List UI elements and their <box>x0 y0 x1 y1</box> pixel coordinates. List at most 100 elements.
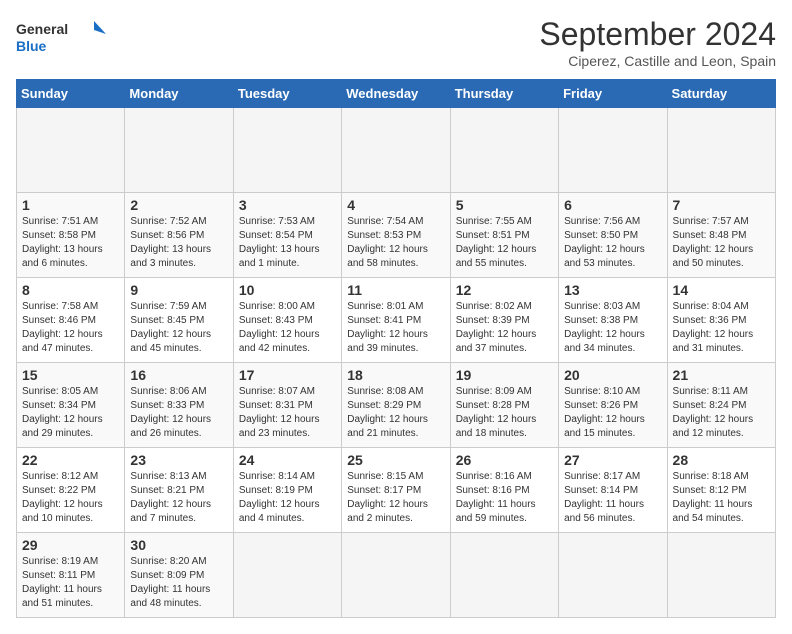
day-info: Sunrise: 8:04 AMSunset: 8:36 PMDaylight:… <box>673 300 770 356</box>
day-info: Sunrise: 8:01 AMSunset: 8:41 PMDaylight:… <box>347 300 444 356</box>
day-info: Sunrise: 8:06 AMSunset: 8:33 PMDaylight:… <box>130 385 227 441</box>
day-number: 15 <box>22 367 119 383</box>
day-info: Sunrise: 7:51 AMSunset: 8:58 PMDaylight:… <box>22 215 119 271</box>
calendar-week-row: 15 Sunrise: 8:05 AMSunset: 8:34 PMDaylig… <box>17 363 776 448</box>
day-info: Sunrise: 8:20 AMSunset: 8:09 PMDaylight:… <box>130 555 227 611</box>
location: Ciperez, Castille and Leon, Spain <box>539 53 776 69</box>
day-info: Sunrise: 8:14 AMSunset: 8:19 PMDaylight:… <box>239 470 336 526</box>
header-monday: Monday <box>125 80 233 108</box>
logo: General Blue <box>16 16 106 58</box>
day-info: Sunrise: 8:13 AMSunset: 8:21 PMDaylight:… <box>130 470 227 526</box>
calendar-cell: 4 Sunrise: 7:54 AMSunset: 8:53 PMDayligh… <box>342 193 450 278</box>
calendar-cell: 14 Sunrise: 8:04 AMSunset: 8:36 PMDaylig… <box>667 278 775 363</box>
calendar-cell <box>125 108 233 193</box>
page-header: General Blue September 2024 Ciperez, Cas… <box>16 16 776 69</box>
svg-text:Blue: Blue <box>16 38 47 54</box>
day-number: 30 <box>130 537 227 553</box>
day-info: Sunrise: 8:11 AMSunset: 8:24 PMDaylight:… <box>673 385 770 441</box>
calendar-cell: 9 Sunrise: 7:59 AMSunset: 8:45 PMDayligh… <box>125 278 233 363</box>
calendar-week-row: 1 Sunrise: 7:51 AMSunset: 8:58 PMDayligh… <box>17 193 776 278</box>
calendar-cell: 25 Sunrise: 8:15 AMSunset: 8:17 PMDaylig… <box>342 448 450 533</box>
day-info: Sunrise: 8:19 AMSunset: 8:11 PMDaylight:… <box>22 555 119 611</box>
calendar-cell: 13 Sunrise: 8:03 AMSunset: 8:38 PMDaylig… <box>559 278 667 363</box>
calendar-cell: 26 Sunrise: 8:16 AMSunset: 8:16 PMDaylig… <box>450 448 558 533</box>
day-info: Sunrise: 7:53 AMSunset: 8:54 PMDaylight:… <box>239 215 336 271</box>
calendar-cell: 18 Sunrise: 8:08 AMSunset: 8:29 PMDaylig… <box>342 363 450 448</box>
header-tuesday: Tuesday <box>233 80 341 108</box>
calendar-cell: 5 Sunrise: 7:55 AMSunset: 8:51 PMDayligh… <box>450 193 558 278</box>
calendar-week-row: 22 Sunrise: 8:12 AMSunset: 8:22 PMDaylig… <box>17 448 776 533</box>
day-info: Sunrise: 8:09 AMSunset: 8:28 PMDaylight:… <box>456 385 553 441</box>
day-info: Sunrise: 7:59 AMSunset: 8:45 PMDaylight:… <box>130 300 227 356</box>
calendar-cell <box>233 533 341 618</box>
day-info: Sunrise: 8:18 AMSunset: 8:12 PMDaylight:… <box>673 470 770 526</box>
svg-text:General: General <box>16 21 68 37</box>
day-number: 1 <box>22 197 119 213</box>
day-number: 13 <box>564 282 661 298</box>
day-number: 28 <box>673 452 770 468</box>
day-number: 11 <box>347 282 444 298</box>
calendar-cell: 2 Sunrise: 7:52 AMSunset: 8:56 PMDayligh… <box>125 193 233 278</box>
logo-icon: General Blue <box>16 16 106 58</box>
day-number: 25 <box>347 452 444 468</box>
calendar-week-row <box>17 108 776 193</box>
calendar-cell: 20 Sunrise: 8:10 AMSunset: 8:26 PMDaylig… <box>559 363 667 448</box>
day-number: 2 <box>130 197 227 213</box>
calendar-cell: 29 Sunrise: 8:19 AMSunset: 8:11 PMDaylig… <box>17 533 125 618</box>
day-info: Sunrise: 8:00 AMSunset: 8:43 PMDaylight:… <box>239 300 336 356</box>
calendar-cell: 1 Sunrise: 7:51 AMSunset: 8:58 PMDayligh… <box>17 193 125 278</box>
day-info: Sunrise: 7:55 AMSunset: 8:51 PMDaylight:… <box>456 215 553 271</box>
title-block: September 2024 Ciperez, Castille and Leo… <box>539 16 776 69</box>
calendar-cell: 21 Sunrise: 8:11 AMSunset: 8:24 PMDaylig… <box>667 363 775 448</box>
day-info: Sunrise: 7:57 AMSunset: 8:48 PMDaylight:… <box>673 215 770 271</box>
day-info: Sunrise: 8:05 AMSunset: 8:34 PMDaylight:… <box>22 385 119 441</box>
calendar-table: Sunday Monday Tuesday Wednesday Thursday… <box>16 79 776 618</box>
day-number: 16 <box>130 367 227 383</box>
calendar-cell <box>450 533 558 618</box>
day-number: 6 <box>564 197 661 213</box>
calendar-week-row: 29 Sunrise: 8:19 AMSunset: 8:11 PMDaylig… <box>17 533 776 618</box>
calendar-cell: 22 Sunrise: 8:12 AMSunset: 8:22 PMDaylig… <box>17 448 125 533</box>
day-info: Sunrise: 8:02 AMSunset: 8:39 PMDaylight:… <box>456 300 553 356</box>
calendar-cell <box>559 533 667 618</box>
day-number: 24 <box>239 452 336 468</box>
calendar-cell: 8 Sunrise: 7:58 AMSunset: 8:46 PMDayligh… <box>17 278 125 363</box>
day-number: 29 <box>22 537 119 553</box>
day-info: Sunrise: 8:15 AMSunset: 8:17 PMDaylight:… <box>347 470 444 526</box>
day-number: 14 <box>673 282 770 298</box>
calendar-cell <box>450 108 558 193</box>
day-number: 4 <box>347 197 444 213</box>
day-number: 27 <box>564 452 661 468</box>
day-number: 10 <box>239 282 336 298</box>
calendar-cell <box>233 108 341 193</box>
calendar-cell: 27 Sunrise: 8:17 AMSunset: 8:14 PMDaylig… <box>559 448 667 533</box>
calendar-cell <box>667 108 775 193</box>
header-friday: Friday <box>559 80 667 108</box>
calendar-cell: 16 Sunrise: 8:06 AMSunset: 8:33 PMDaylig… <box>125 363 233 448</box>
day-info: Sunrise: 7:56 AMSunset: 8:50 PMDaylight:… <box>564 215 661 271</box>
day-info: Sunrise: 8:03 AMSunset: 8:38 PMDaylight:… <box>564 300 661 356</box>
day-info: Sunrise: 8:08 AMSunset: 8:29 PMDaylight:… <box>347 385 444 441</box>
day-number: 19 <box>456 367 553 383</box>
day-number: 9 <box>130 282 227 298</box>
day-number: 26 <box>456 452 553 468</box>
calendar-cell: 30 Sunrise: 8:20 AMSunset: 8:09 PMDaylig… <box>125 533 233 618</box>
day-number: 3 <box>239 197 336 213</box>
day-number: 7 <box>673 197 770 213</box>
calendar-cell: 19 Sunrise: 8:09 AMSunset: 8:28 PMDaylig… <box>450 363 558 448</box>
day-number: 20 <box>564 367 661 383</box>
day-number: 8 <box>22 282 119 298</box>
calendar-cell: 3 Sunrise: 7:53 AMSunset: 8:54 PMDayligh… <box>233 193 341 278</box>
calendar-cell: 7 Sunrise: 7:57 AMSunset: 8:48 PMDayligh… <box>667 193 775 278</box>
calendar-cell <box>342 108 450 193</box>
calendar-cell: 11 Sunrise: 8:01 AMSunset: 8:41 PMDaylig… <box>342 278 450 363</box>
day-number: 21 <box>673 367 770 383</box>
header-thursday: Thursday <box>450 80 558 108</box>
day-number: 22 <box>22 452 119 468</box>
calendar-cell <box>667 533 775 618</box>
day-info: Sunrise: 8:07 AMSunset: 8:31 PMDaylight:… <box>239 385 336 441</box>
calendar-cell <box>17 108 125 193</box>
day-info: Sunrise: 8:16 AMSunset: 8:16 PMDaylight:… <box>456 470 553 526</box>
calendar-cell <box>342 533 450 618</box>
day-info: Sunrise: 8:12 AMSunset: 8:22 PMDaylight:… <box>22 470 119 526</box>
